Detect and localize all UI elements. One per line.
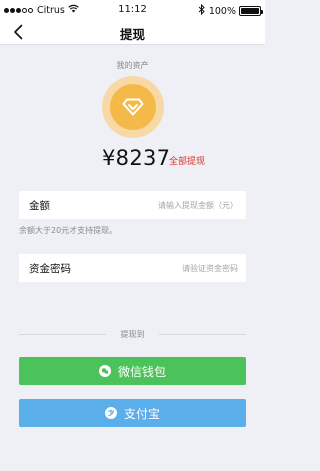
nav-bar: 提现 [0, 20, 265, 45]
battery-percent: 100% [208, 5, 236, 17]
wechat-wallet-button[interactable]: 微信钱包 [19, 357, 246, 385]
alipay-icon [104, 407, 117, 419]
status-right: 100% [198, 3, 263, 18]
amount-field-row: 金额 [19, 191, 246, 219]
password-label: 资金密码 [29, 262, 71, 275]
amount-hint: 余额大于20元才支持提现。 [19, 226, 118, 235]
amount-input[interactable] [108, 195, 238, 215]
withdraw-all-link[interactable]: 全部提现 [169, 154, 205, 167]
page-title: 提现 [119, 27, 145, 42]
assets-label: 我的资产 [116, 61, 149, 70]
alipay-label: 支付宝 [123, 406, 160, 421]
battery-icon [239, 6, 263, 16]
amount-label: 金额 [29, 199, 50, 212]
divider-right [159, 334, 246, 335]
bluetooth-icon [198, 3, 205, 18]
balance-row: ¥8237 全部提现 [0, 146, 265, 172]
diamond-icon [110, 84, 156, 130]
wechat-label: 微信钱包 [117, 364, 166, 379]
password-field-row: 资金密码 [19, 254, 246, 282]
diamond-badge [102, 76, 164, 138]
wechat-icon [98, 365, 111, 377]
alipay-button[interactable]: 支付宝 [19, 399, 246, 427]
status-bar: Citrus 11:12 100% [0, 0, 265, 20]
balance-amount: ¥8237 [102, 146, 171, 170]
password-input[interactable] [108, 258, 238, 278]
